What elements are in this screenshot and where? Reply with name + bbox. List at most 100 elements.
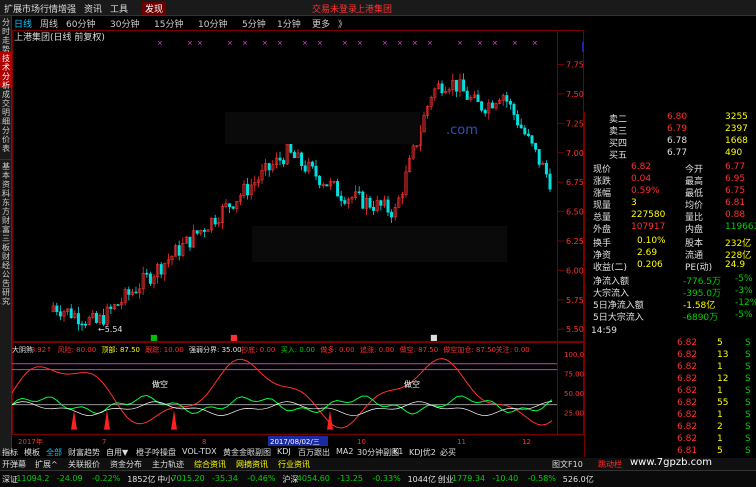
period-tab[interactable]: 5分钟 bbox=[242, 17, 266, 30]
ticker-item: -10.40 bbox=[492, 474, 519, 483]
overlay-text: .com bbox=[446, 123, 478, 138]
tick-volume: 13 bbox=[717, 350, 729, 360]
stat-label: 内盘 bbox=[685, 225, 704, 235]
overlay-box bbox=[252, 226, 507, 262]
left-tab[interactable]: 成交明细 bbox=[0, 88, 12, 126]
left-tab[interactable]: 东方财富 bbox=[0, 196, 12, 234]
status-item[interactable]: 行业资讯 bbox=[278, 459, 310, 470]
period-tab[interactable]: 60分钟 bbox=[66, 17, 95, 30]
candle bbox=[465, 90, 469, 100]
indicator-tab[interactable]: 百万跟出 bbox=[298, 447, 330, 458]
announce-text[interactable]: 交易未登录 bbox=[312, 2, 357, 15]
indicator-value: 跟踪: 10.00 bbox=[145, 345, 184, 354]
indicator-tab[interactable]: 全部 bbox=[46, 447, 62, 458]
status-item[interactable]: 主力轨迹 bbox=[152, 459, 184, 470]
stat-row: 外盘 107917 内盘 119663 bbox=[585, 222, 756, 235]
tick-row: 6.82 2 S bbox=[585, 422, 756, 434]
ticker-item: 1852亿 bbox=[127, 475, 156, 484]
candle bbox=[303, 165, 307, 172]
period-tab[interactable]: 更多 bbox=[312, 17, 330, 30]
candle bbox=[372, 207, 376, 211]
candle bbox=[195, 230, 199, 234]
candle bbox=[84, 323, 88, 326]
menu-item[interactable]: 工具 bbox=[110, 2, 128, 15]
period-tab[interactable]: 1分钟 bbox=[277, 17, 301, 30]
candle bbox=[109, 306, 113, 309]
price-axis-label: 7.25 bbox=[566, 119, 584, 128]
status-right[interactable]: 图文F10 bbox=[552, 459, 583, 470]
kline-chart[interactable]: 7.75 7.50 7.25 7.00 6.75 6.50 6.25 6.00 5.75 5.50… bbox=[12, 30, 584, 456]
candle bbox=[278, 157, 282, 161]
ticker-item: 7015.20 bbox=[171, 474, 205, 483]
left-tab[interactable]: 技术分析 bbox=[0, 52, 12, 90]
candle bbox=[516, 114, 520, 126]
period-tab[interactable]: 日线 bbox=[14, 17, 32, 30]
indicator-tab[interactable]: 财富趋势 bbox=[68, 447, 100, 458]
stat-value: 0.04 bbox=[631, 174, 652, 184]
period-tab[interactable]: 30分钟 bbox=[110, 17, 139, 30]
left-tab[interactable]: 分时走势 bbox=[0, 16, 12, 54]
left-tab[interactable]: 三板财经 bbox=[0, 232, 12, 270]
tick-row: 6.82 5 S bbox=[585, 338, 756, 350]
ticker-item: -24.09 bbox=[56, 474, 83, 483]
menu-item[interactable]: 增强 bbox=[58, 2, 76, 15]
indicator-tab[interactable]: K1 bbox=[393, 447, 403, 456]
status-item[interactable]: 开弹幕 bbox=[2, 459, 26, 470]
indicator-axis-label: 100.00 bbox=[564, 351, 584, 359]
tick-row: 6.82 55 S bbox=[585, 398, 756, 410]
candle bbox=[102, 315, 106, 325]
period-tab[interactable]: 周线 bbox=[40, 17, 58, 30]
price-axis-label: 6.25 bbox=[566, 237, 584, 246]
candle bbox=[379, 200, 383, 206]
indicator-tab[interactable]: KDJ优2 bbox=[409, 447, 436, 458]
status-item[interactable]: 扩展^ bbox=[35, 459, 58, 470]
indicator-tab[interactable]: MA2 bbox=[336, 447, 353, 456]
indicator-tab[interactable]: 必买 bbox=[440, 447, 456, 458]
candle bbox=[440, 83, 444, 94]
candle bbox=[357, 191, 361, 194]
menu-item[interactable]: 发现 bbox=[142, 2, 167, 15]
tick-time: 14:59 bbox=[591, 326, 617, 336]
left-tab[interactable]: 基本资料 bbox=[0, 160, 12, 198]
candle bbox=[483, 109, 487, 114]
left-tab[interactable]: 分价表 bbox=[0, 124, 12, 160]
signal-marker: × bbox=[277, 39, 283, 47]
period-tab[interactable]: 10分钟 bbox=[198, 17, 227, 30]
signal-marker: × bbox=[342, 39, 348, 47]
candle bbox=[462, 79, 466, 92]
indicator-tab[interactable]: 指标 bbox=[2, 447, 18, 458]
indicator-tab[interactable]: KDJ bbox=[277, 447, 291, 456]
indicator-value: 强弱分界: 35.00 bbox=[189, 345, 242, 354]
menu-item[interactable]: 资讯 bbox=[84, 2, 102, 15]
period-tab[interactable]: 15分钟 bbox=[154, 17, 183, 30]
status-item[interactable]: 关联报价 bbox=[68, 459, 100, 470]
indicator-tab[interactable]: 自用▼ bbox=[106, 447, 128, 458]
candle bbox=[310, 161, 314, 167]
candle bbox=[530, 135, 534, 144]
date-axis-label: 12 bbox=[522, 438, 531, 446]
status-item[interactable]: 综合资讯 bbox=[194, 459, 226, 470]
ticker-item: -0.58% bbox=[527, 474, 556, 483]
indicator-tab[interactable]: VOL-TDX bbox=[182, 447, 217, 456]
candle bbox=[231, 206, 235, 209]
signal-marker: × bbox=[357, 39, 363, 47]
candle bbox=[246, 183, 250, 196]
signal-marker: × bbox=[302, 39, 308, 47]
candle bbox=[548, 173, 552, 190]
stat-value: 6.81 bbox=[725, 198, 746, 208]
event-marker: ■ bbox=[150, 333, 158, 342]
period-tab[interactable]: 》 bbox=[338, 17, 347, 30]
signal-marker: × bbox=[227, 39, 233, 47]
status-right[interactable]: 跳动栏 bbox=[598, 459, 622, 470]
status-item[interactable]: 资金分布 bbox=[110, 459, 142, 470]
left-tab[interactable]: 公告研究 bbox=[0, 268, 12, 306]
indicator-tab[interactable]: 橙子呤操盘 bbox=[136, 447, 176, 458]
date-axis-label: 10 bbox=[357, 438, 366, 446]
indicator-tab[interactable]: 模板 bbox=[24, 447, 40, 458]
ticker-item: 526.0亿 bbox=[562, 475, 594, 484]
price-axis-label: 6.75 bbox=[566, 178, 584, 187]
price-axis-label: 5.75 bbox=[566, 296, 584, 305]
indicator-tab[interactable]: 黄金金眼副图 bbox=[223, 447, 271, 458]
menu-item[interactable]: 扩展市场行情 bbox=[4, 2, 58, 15]
status-item[interactable]: 网摘资讯 bbox=[236, 459, 268, 470]
